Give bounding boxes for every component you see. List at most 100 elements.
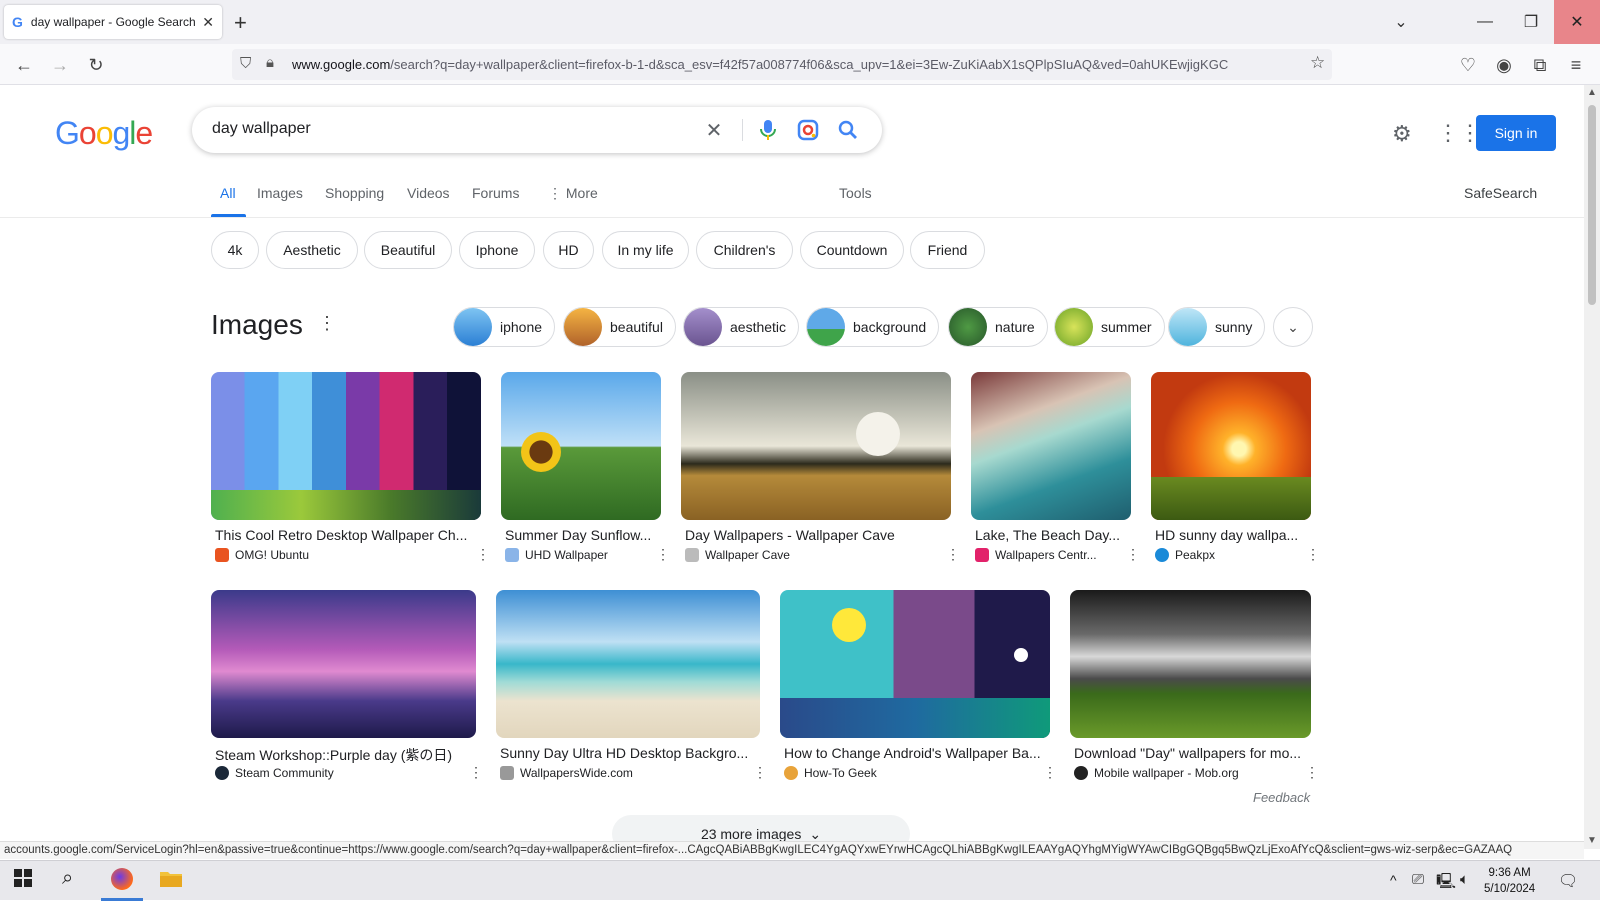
result-source[interactable]: Wallpapers Centr... — [975, 548, 1097, 562]
result-menu-icon[interactable]: ⋮ — [753, 764, 767, 781]
close-tab-icon[interactable]: ✕ — [202, 14, 214, 31]
images-menu-icon[interactable]: ⋮ — [318, 313, 336, 334]
result-menu-icon[interactable]: ⋮ — [1306, 546, 1320, 563]
file-explorer-icon[interactable] — [160, 869, 182, 893]
chip-in-my-life[interactable]: In my life — [602, 231, 689, 269]
result-menu-icon[interactable]: ⋮ — [476, 546, 490, 563]
back-icon[interactable]: ← — [11, 52, 37, 78]
image-result[interactable]: Sunny Day Ultra HD Desktop Backgro... Wa… — [496, 590, 767, 790]
chip-iphone[interactable]: Iphone — [459, 231, 535, 269]
tab-videos[interactable]: Videos — [407, 185, 450, 201]
scroll-up-icon[interactable]: ▲ — [1587, 87, 1597, 98]
result-menu-icon[interactable]: ⋮ — [1305, 764, 1319, 781]
expand-chips-chevron-icon[interactable]: ⌄ — [1273, 307, 1313, 347]
safesearch-button[interactable]: SafeSearch — [1464, 185, 1537, 201]
chip-childrens[interactable]: Children's — [696, 231, 793, 269]
result-title[interactable]: HD sunny day wallpa... — [1155, 527, 1305, 543]
result-source[interactable]: How-To Geek — [784, 766, 877, 780]
image-result[interactable]: HD sunny day wallpa... Peakpx ⋮ — [1151, 372, 1320, 572]
chip-4k[interactable]: 4k — [211, 231, 259, 269]
volume-muted-icon[interactable]: 🔈︎ — [1460, 871, 1469, 888]
window-close-icon[interactable]: ✕ — [1554, 0, 1600, 44]
chip-aesthetic[interactable]: Aesthetic — [266, 231, 358, 269]
result-menu-icon[interactable]: ⋮ — [1126, 546, 1140, 563]
url-text[interactable]: www.google.com/search?q=day+wallpaper&cl… — [292, 57, 1302, 72]
result-image-android[interactable] — [780, 590, 1050, 738]
restore-icon[interactable]: ❐ — [1508, 0, 1554, 44]
result-image-sunny[interactable] — [1151, 372, 1311, 520]
result-title[interactable]: Steam Workshop::Purple day (紫の日) — [215, 745, 473, 765]
image-chip-aesthetic[interactable]: aesthetic — [683, 307, 800, 347]
tab-forums[interactable]: Forums — [472, 185, 519, 201]
new-tab-icon[interactable]: + — [234, 10, 247, 36]
reload-icon[interactable]: ↻ — [83, 52, 109, 78]
image-result[interactable]: How to Change Android's Wallpaper Ba... … — [780, 590, 1057, 790]
tab-shopping[interactable]: Shopping — [325, 185, 384, 201]
image-result[interactable]: Summer Day Sunflow... UHD Wallpaper ⋮ — [501, 372, 670, 572]
page-scrollbar[interactable]: ▲ ▼ — [1584, 85, 1600, 849]
image-chip-nature[interactable]: nature — [948, 307, 1048, 347]
image-result[interactable]: Steam Workshop::Purple day (紫の日) Steam C… — [211, 590, 483, 790]
sign-in-button[interactable]: Sign in — [1476, 115, 1556, 151]
image-chip-sunny[interactable]: sunny — [1168, 307, 1266, 347]
result-source[interactable]: WallpapersWide.com — [500, 766, 633, 780]
clear-search-icon[interactable]: ✕ — [702, 118, 726, 142]
windows-start-icon[interactable] — [14, 869, 32, 893]
image-result[interactable]: Download "Day" wallpapers for mo... Mobi… — [1070, 590, 1319, 790]
result-image-purple-day[interactable] — [211, 590, 476, 738]
result-image-sunny-beach[interactable] — [496, 590, 760, 738]
image-chip-summer[interactable]: summer — [1054, 307, 1165, 347]
result-title[interactable]: How to Change Android's Wallpaper Ba... — [784, 745, 1046, 761]
image-chip-background[interactable]: background — [806, 307, 940, 347]
taskbar-search-icon[interactable]: ⌕ — [62, 867, 73, 890]
tab-images[interactable]: Images — [257, 185, 303, 201]
menu-icon[interactable]: ≡ — [1563, 52, 1589, 78]
result-source[interactable]: UHD Wallpaper — [505, 548, 608, 562]
result-title[interactable]: Summer Day Sunflow... — [505, 527, 655, 543]
minimize-icon[interactable]: — — [1462, 0, 1508, 44]
network-icon[interactable]: 🖳︎ — [1436, 871, 1456, 896]
image-chip-beautiful[interactable]: beautiful — [563, 307, 676, 347]
chip-friend[interactable]: Friend — [910, 231, 985, 269]
result-source[interactable]: Wallpaper Cave — [685, 548, 790, 562]
search-icon[interactable] — [836, 118, 860, 142]
result-source[interactable]: Peakpx — [1155, 548, 1215, 562]
result-source[interactable]: Mobile wallpaper - Mob.org — [1074, 766, 1239, 780]
browser-tab[interactable]: G day wallpaper - Google Search ✕ — [4, 5, 222, 39]
result-source[interactable]: Steam Community — [215, 766, 334, 780]
tools-button[interactable]: Tools — [839, 185, 872, 201]
scrollbar-thumb[interactable] — [1588, 105, 1596, 305]
image-result[interactable]: This Cool Retro Desktop Wallpaper Ch... … — [211, 372, 490, 572]
tab-all[interactable]: All — [220, 185, 236, 201]
image-result[interactable]: Lake, The Beach Day... Wallpapers Centr.… — [971, 372, 1140, 572]
tab-more[interactable]: ⋮ More — [548, 185, 598, 202]
result-menu-icon[interactable]: ⋮ — [946, 546, 960, 563]
result-source[interactable]: OMG! Ubuntu — [215, 548, 309, 562]
search-input[interactable] — [212, 120, 682, 138]
list-tabs-icon[interactable]: ⌄ — [1378, 0, 1424, 44]
result-menu-icon[interactable]: ⋮ — [656, 546, 670, 563]
result-title[interactable]: This Cool Retro Desktop Wallpaper Ch... — [215, 527, 477, 543]
scroll-down-icon[interactable]: ▼ — [1587, 835, 1597, 846]
chip-hd[interactable]: HD — [543, 231, 594, 269]
result-image-sunflower[interactable] — [501, 372, 661, 520]
url-bar[interactable]: ⛉ 🔒︎ www.google.com/search?q=day+wallpap… — [232, 49, 1332, 80]
result-menu-icon[interactable]: ⋮ — [1043, 764, 1057, 781]
feedback-link[interactable]: Feedback — [1253, 790, 1310, 805]
firefox-taskbar-button[interactable] — [101, 861, 143, 901]
chip-countdown[interactable]: Countdown — [800, 231, 904, 269]
google-logo[interactable]: Google — [55, 115, 153, 152]
lock-icon[interactable]: 🔒︎ — [266, 54, 274, 71]
meeting-icon[interactable]: ⎚ — [1412, 871, 1424, 888]
image-chip-iphone[interactable]: iphone — [453, 307, 556, 347]
lens-camera-icon[interactable] — [796, 118, 820, 142]
notifications-icon[interactable]: 🗨︎ — [1558, 871, 1578, 891]
chip-beautiful[interactable]: Beautiful — [364, 231, 452, 269]
result-image-field[interactable] — [681, 372, 951, 520]
tracking-shield-icon[interactable]: ⛉ — [240, 55, 251, 72]
result-image-day-mobile[interactable] — [1070, 590, 1311, 738]
result-image-beach[interactable] — [971, 372, 1131, 520]
extensions-icon[interactable]: ⧉ — [1527, 52, 1553, 78]
result-menu-icon[interactable]: ⋮ — [469, 764, 483, 781]
microphone-icon[interactable] — [756, 118, 780, 142]
